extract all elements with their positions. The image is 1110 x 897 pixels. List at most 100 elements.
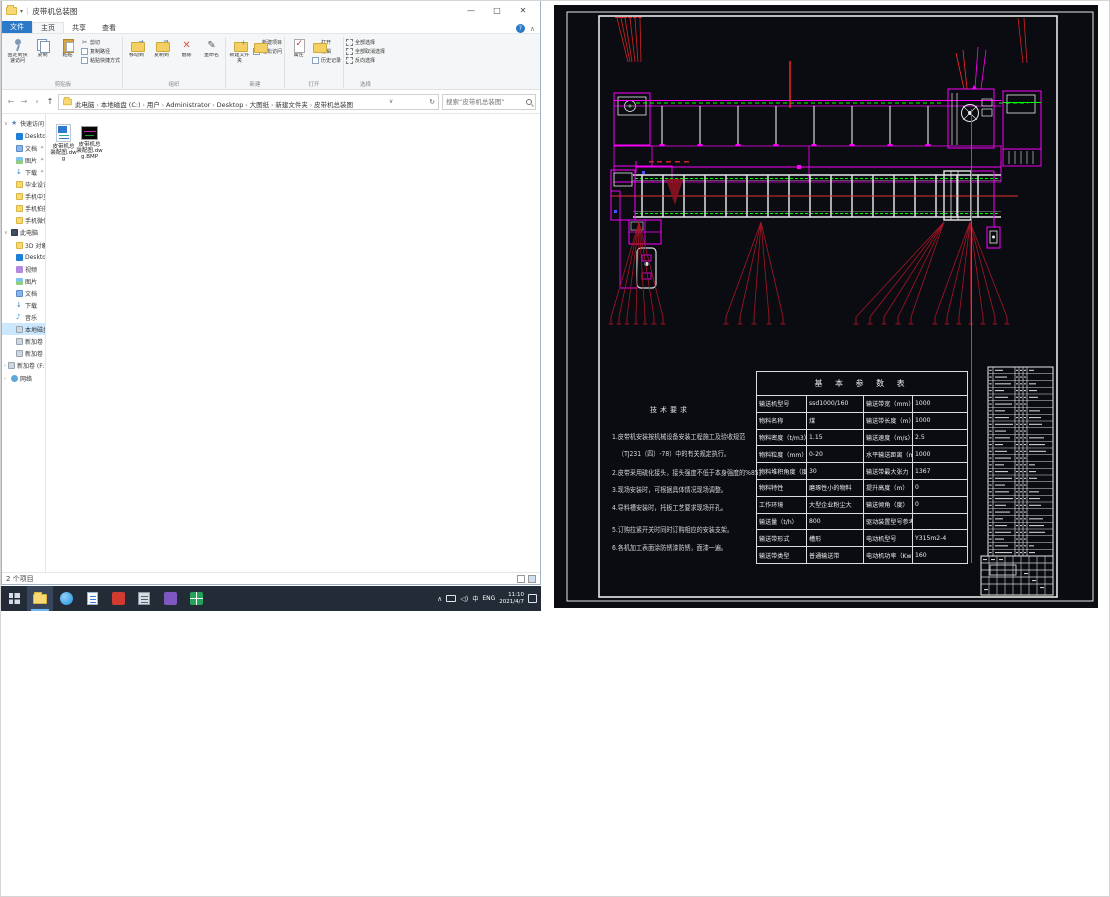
taskbar-wps-doc-button[interactable]	[79, 586, 105, 611]
taskbar-app-red-button[interactable]	[105, 586, 131, 611]
clock[interactable]: 11:10 2021/4/7	[499, 592, 524, 605]
breadcrumb-segment[interactable]: 本地磁盘 (C:)	[101, 101, 141, 109]
notification-center-icon[interactable]	[528, 594, 537, 603]
sidebar-item-图片[interactable]: 图片	[2, 275, 45, 287]
ime-indicator[interactable]: 中	[472, 594, 478, 603]
back-button[interactable]: ←	[6, 97, 16, 106]
minimize-button[interactable]: —	[458, 1, 484, 21]
parameter-cell	[911, 512, 969, 531]
search-input[interactable]	[446, 97, 526, 106]
refresh-icon[interactable]: ↻	[429, 98, 435, 106]
sidebar-item-新加卷 (D:)[interactable]: 新加卷 (D:)	[2, 335, 45, 347]
ribbon-button-属性[interactable]: 属性	[287, 36, 310, 79]
title-block	[980, 555, 1054, 596]
help-icon[interactable]: ?	[515, 24, 525, 33]
sidebar-item-音乐[interactable]: ♪ 音乐	[2, 311, 45, 323]
ribbon-button-全部选择[interactable]: 全部选择	[346, 39, 385, 46]
chevron-down-icon[interactable]: ∨	[4, 121, 9, 127]
chevron-down-icon[interactable]: ▾	[20, 8, 23, 15]
breadcrumb-segment[interactable]: 此电脑	[75, 101, 95, 109]
address-chevron-icon[interactable]: ∨	[389, 98, 393, 105]
system-tray: ∧ ◁) 中 ENG 11:10 2021/4/7	[437, 592, 541, 605]
music-icon: ♪	[16, 312, 21, 321]
file-item[interactable]: 皮带机总装配图.dwg	[50, 124, 77, 162]
maximize-button[interactable]: □	[484, 1, 510, 21]
address-bar[interactable]: 此电脑 › 本地磁盘 (C:) › 用户 › Administrator › D…	[58, 93, 439, 110]
view-thumbnail-icon[interactable]	[528, 575, 536, 583]
tab-file[interactable]: 文件	[2, 21, 32, 33]
ribbon-button-粘贴快捷方式[interactable]: 粘贴快捷方式	[81, 57, 120, 64]
taskbar-wps-sheet-button[interactable]	[183, 586, 209, 611]
history-chevron-icon[interactable]: ∨	[32, 99, 42, 105]
sidebar-item-文档[interactable]: 文档	[2, 287, 45, 299]
sidebar-item-下载[interactable]: ↓ 下载 ✦	[2, 166, 45, 178]
sidebar-item-图片[interactable]: 图片 ✦	[2, 154, 45, 166]
view-list-icon[interactable]	[517, 575, 525, 583]
sidebar-item-3D 对象[interactable]: 3D 对象	[2, 239, 45, 251]
ribbon-button-新建项目[interactable]: 新建项目	[253, 39, 282, 53]
sidebar-item-手机微信照片[interactable]: 手机微信照片	[2, 214, 45, 226]
ribbon-button-反向选择[interactable]: 反向选择	[346, 57, 385, 64]
taskbar-start-button[interactable]	[1, 586, 27, 611]
leader-line-fans	[608, 221, 1010, 325]
language-indicator[interactable]: ENG	[482, 595, 495, 602]
ribbon-button-剪切[interactable]: ✂ 剪切	[81, 39, 120, 46]
up-button[interactable]: ↑	[45, 97, 55, 106]
tab-共享[interactable]: 共享	[64, 23, 94, 33]
ribbon-button-移动到[interactable]: 移动到	[125, 36, 148, 79]
breadcrumb-segment[interactable]: 大图纸	[250, 101, 270, 109]
taskbar-file-explorer-button[interactable]	[27, 586, 53, 611]
breadcrumb-segment[interactable]: 新建文件夹	[275, 101, 308, 109]
ribbon-button-打开[interactable]: 打开	[312, 39, 341, 53]
sidebar-item-文档[interactable]: 文档 ✦	[2, 142, 45, 154]
ribbon-collapse-icon[interactable]: ∧	[530, 25, 535, 33]
taskbar-app-gray-button[interactable]	[131, 586, 157, 611]
sidebar-item-本地磁盘 (C:)[interactable]: 本地磁盘 (C:)	[2, 323, 45, 335]
forward-button[interactable]: →	[19, 97, 29, 106]
chevron-down-icon[interactable]: ∨	[4, 230, 9, 236]
breadcrumb-segment[interactable]: 用户	[147, 101, 160, 109]
breadcrumb-segment[interactable]: Administrator	[166, 101, 210, 109]
ribbon-button-全部取消选择[interactable]: 全部取消选择	[346, 48, 385, 55]
ribbon-button-粘贴[interactable]: 粘贴	[56, 36, 79, 79]
taskbar-browser-button[interactable]	[53, 586, 79, 611]
display-icon[interactable]	[446, 595, 457, 602]
ribbon-button-复制路径[interactable]: 复制路径	[81, 48, 120, 55]
breadcrumb-segment[interactable]: Desktop	[217, 101, 244, 109]
speaker-icon[interactable]: ◁)	[460, 595, 468, 603]
sidebar-item-Desktop[interactable]: Desktop✦	[2, 130, 45, 142]
tab-查看[interactable]: 查看	[94, 23, 124, 33]
tab-主页[interactable]: 主页	[32, 22, 64, 33]
sidebar-item-手机拍摄照片[interactable]: 手机拍摄照片	[2, 202, 45, 214]
sidebar-section-此电脑[interactable]: ∨ 此电脑	[2, 226, 45, 239]
sidebar-section-快速访问[interactable]: ∨ ★ 快速访问	[2, 117, 45, 130]
breadcrumb-segment[interactable]: 皮带机总装图	[314, 101, 353, 109]
sidebar-item-Desktop[interactable]: Desktop	[2, 251, 45, 263]
chevron-right-icon[interactable]: ›	[4, 376, 9, 382]
ribbon-button-复制到[interactable]: 复制到	[150, 36, 173, 79]
ribbon-button-重命名[interactable]: ✎ 重命名	[200, 36, 223, 79]
ribbon-button-复制[interactable]: 复制	[31, 36, 54, 79]
parameter-cell: 物料堆积角度（度）	[756, 462, 807, 480]
ribbon-button-历史记录[interactable]: 历史记录	[312, 57, 341, 64]
sidebar-item-毕业设计文件[interactable]: 毕业设计文件	[2, 178, 45, 190]
search-box[interactable]	[442, 93, 536, 110]
tray-chevron-icon[interactable]: ∧	[437, 595, 442, 603]
chevron-right-icon[interactable]: ›	[4, 363, 6, 369]
sidebar-item-视频[interactable]: 视频	[2, 263, 45, 275]
ribbon-tabs: 文件 主页 共享 查看 ? ∧	[2, 21, 540, 34]
sidebar-item-新加卷 (E:)[interactable]: 新加卷 (E:)	[2, 347, 45, 359]
sidebar-item-label: 手机微信照片	[25, 217, 45, 225]
close-button[interactable]: ✕	[510, 1, 536, 21]
ribbon-button-固定到快速访问[interactable]: 固定到快速访问	[6, 36, 29, 79]
file-list-pane[interactable]: 皮带机总装配图.dwg 皮带机总装配图.dwg.BMP	[46, 114, 540, 572]
sidebar-item-下载[interactable]: ↓ 下载	[2, 299, 45, 311]
file-item[interactable]: 皮带机总装配图.dwg.BMP	[76, 124, 103, 160]
dwg-file-icon	[56, 124, 71, 142]
sidebar-item-手机中互传照片[interactable]: 手机中互传照片	[2, 190, 45, 202]
sidebar-section-新加卷 (F:)[interactable]: › 新加卷 (F:)	[2, 359, 45, 372]
sidebar-section-网络[interactable]: › 网络	[2, 372, 45, 385]
ribbon-button-新建文件夹[interactable]: 新建文件夹	[228, 36, 251, 79]
ribbon-button-删除[interactable]: ✕ 删除	[175, 36, 198, 79]
taskbar-app-purple-button[interactable]	[157, 586, 183, 611]
